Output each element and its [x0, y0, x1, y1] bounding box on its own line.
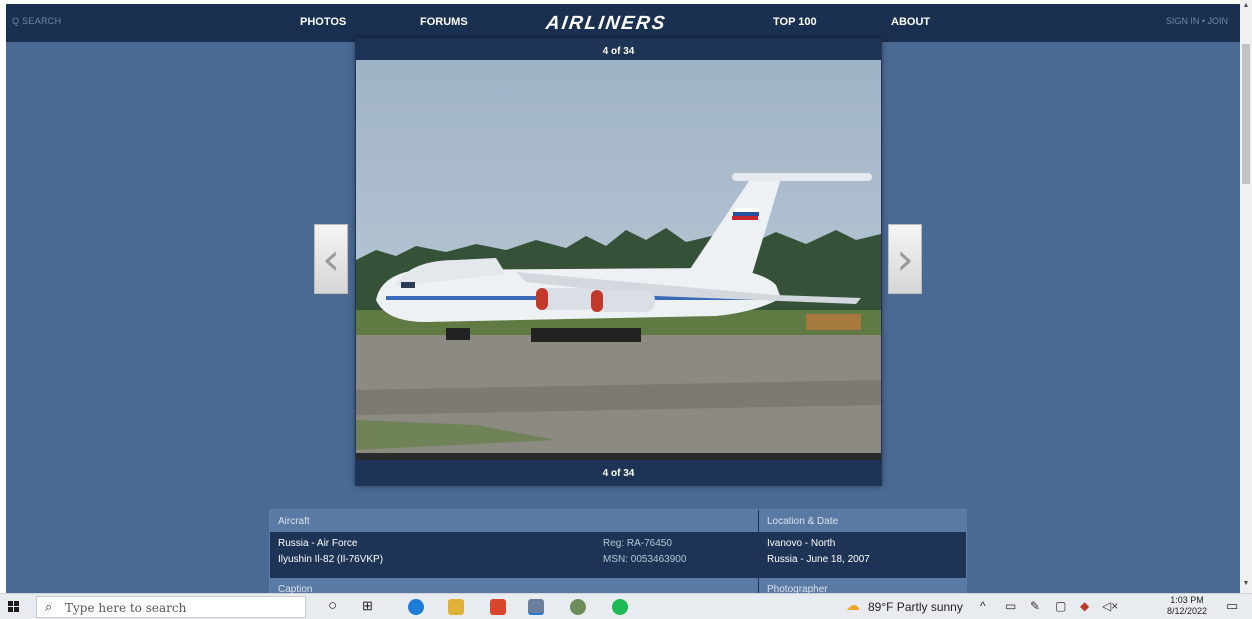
previous-photo-button[interactable]: ‹ [314, 224, 348, 294]
photo-counter-top: 4 of 34 [602, 46, 635, 57]
next-photo-button[interactable]: › [888, 224, 922, 294]
office-icon[interactable] [490, 599, 506, 615]
scroll-down-icon[interactable]: ▼ [1242, 580, 1250, 587]
scrollbar-thumb[interactable] [1242, 44, 1250, 184]
notifications-icon[interactable]: ▭ [1226, 598, 1238, 614]
windows-taskbar: ⌕ Type here to search ○ ⊞ ☁ 89°F Partly … [0, 593, 1252, 619]
aircraft-photo[interactable] [356, 60, 881, 460]
aircraft-photo-image [356, 60, 881, 460]
nav-about-link[interactable]: ABOUT [891, 16, 930, 28]
chevron-up-icon[interactable]: ^ [980, 599, 986, 613]
photo-details-table: Aircraft Location & Date Russia - Air Fo… [269, 509, 967, 593]
chevron-left-icon: ‹ [322, 233, 340, 285]
sign-in-join-link[interactable]: SIGN IN • JOIN [1166, 16, 1228, 26]
msn-number: MSN: 0053463900 [603, 554, 687, 565]
registration[interactable]: Reg: RA-76450 [603, 538, 672, 549]
chevron-right-icon: › [896, 233, 914, 285]
top-navigation-bar: Q SEARCH PHOTOS FORUMS AIRLINERS TOP 100… [6, 4, 1240, 42]
nav-top100-link[interactable]: TOP 100 [773, 16, 817, 28]
nav-forums-link[interactable]: FORUMS [420, 16, 468, 28]
page-scrollbar[interactable]: ▲ ▼ [1240, 0, 1252, 593]
security-icon[interactable]: ◆ [1080, 599, 1089, 613]
nav-photos-link[interactable]: PHOTOS [300, 16, 346, 28]
search-icon: ⌕ [45, 599, 53, 614]
location-name[interactable]: Ivanovo - North [767, 538, 835, 549]
pen-icon[interactable]: ✎ [1030, 599, 1040, 613]
aircraft-type[interactable]: Ilyushin Il-82 (Il-76VKP) [278, 554, 383, 565]
taskbar-search-placeholder: Type here to search [65, 601, 187, 615]
windows-start-icon[interactable] [8, 601, 20, 613]
scroll-up-icon[interactable]: ▲ [1242, 2, 1250, 9]
edge-browser-icon[interactable] [408, 599, 424, 615]
network-icon[interactable]: ▢ [1055, 599, 1066, 613]
location-date-header: Location & Date [759, 510, 967, 532]
file-explorer-icon[interactable] [448, 599, 464, 615]
airliners-logo[interactable]: AIRLINERS [544, 13, 668, 35]
clock-date: 8/12/2022 [1166, 606, 1208, 616]
photo-viewer: 4 of 34 4 of 34 [355, 38, 882, 486]
weather-text[interactable]: 89°F Partly sunny [868, 600, 963, 614]
task-view-icon[interactable]: ⊞ [362, 598, 373, 614]
browser-viewport: Q SEARCH PHOTOS FORUMS AIRLINERS TOP 100… [6, 4, 1240, 593]
cortana-icon[interactable]: ○ [328, 597, 337, 614]
volume-muted-icon[interactable]: ◁× [1102, 599, 1118, 613]
caption-header: Caption [270, 578, 758, 593]
clock-time: 1:03 PM [1170, 595, 1204, 605]
nav-search-link[interactable]: Q SEARCH [12, 16, 61, 26]
battery-icon[interactable]: ▭ [1005, 599, 1016, 613]
weather-sun-icon[interactable]: ☁ [846, 597, 860, 614]
photo-counter-bottom: 4 of 34 [602, 468, 635, 479]
taskbar-search-box[interactable]: ⌕ Type here to search [36, 596, 306, 618]
clock[interactable]: 1:03 PM 8/12/2022 [1156, 595, 1218, 617]
app-icon[interactable] [570, 599, 586, 615]
airline-name[interactable]: Russia - Air Force [278, 538, 357, 549]
snipping-tool-icon[interactable] [528, 599, 544, 615]
spotify-icon[interactable] [612, 599, 628, 615]
photographer-header: Photographer [759, 578, 967, 593]
photo-date: Russia - June 18, 2007 [767, 554, 870, 565]
aircraft-header: Aircraft [270, 510, 758, 532]
